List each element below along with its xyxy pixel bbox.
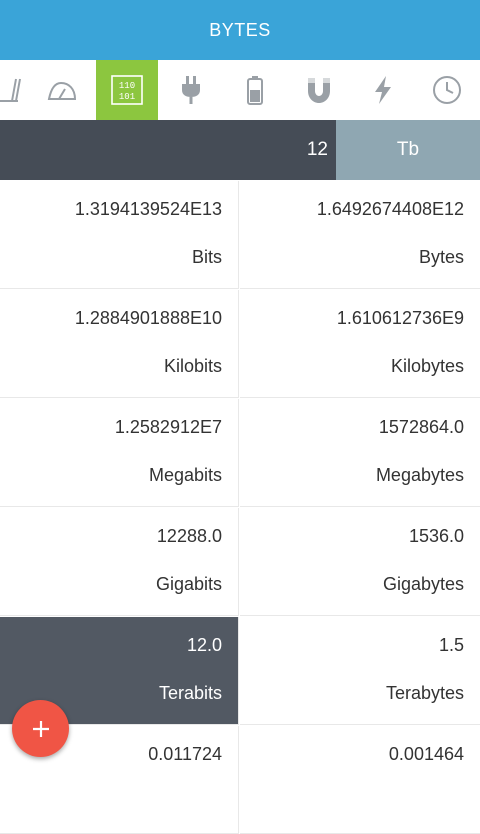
result-cell-kilobytes[interactable]: 1.610612736E9 Kilobytes	[240, 290, 480, 398]
result-value: 12.0	[186, 635, 222, 655]
result-value: 1.5	[438, 635, 464, 655]
unit-selector-button[interactable]: Tb	[336, 120, 480, 180]
result-cell-petabytes[interactable]: 0.001464	[240, 726, 480, 834]
result-value: 1.3194139524E13	[74, 199, 222, 219]
result-cell-megabytes[interactable]: 1572864.0 Megabytes	[240, 399, 480, 507]
result-unit: Terabits	[158, 683, 222, 703]
clock-icon	[433, 76, 461, 104]
result-value: 12288.0	[156, 526, 222, 546]
result-cell-gigabytes[interactable]: 1536.0 Gigabytes	[240, 508, 480, 616]
category-bytes[interactable]: 110 101	[96, 60, 158, 120]
category-bar: 110 101	[0, 60, 480, 121]
unit-selector-label: Tb	[396, 139, 420, 160]
lightning-icon	[375, 76, 391, 104]
result-cell-megabits[interactable]: 1.2582912E7 Megabits	[0, 399, 239, 507]
category-speed[interactable]	[31, 60, 93, 120]
result-value: 1536.0	[408, 526, 464, 546]
result-value: 0.011724	[148, 744, 222, 764]
result-cell-gigabits[interactable]: 12288.0 Gigabits	[0, 508, 239, 616]
result-value: 1.2582912E7	[114, 417, 222, 437]
battery-icon	[247, 76, 263, 105]
category-battery[interactable]	[224, 60, 286, 120]
magnet-icon	[308, 78, 330, 103]
speed-icon	[47, 81, 77, 100]
result-value: 1.6492674408E12	[316, 199, 464, 219]
category-time[interactable]	[416, 60, 478, 120]
result-cell-kilobits[interactable]: 1.2884901888E10 Kilobits	[0, 290, 239, 398]
category-power[interactable]	[160, 60, 222, 120]
result-unit: Megabits	[148, 465, 222, 485]
result-unit: Bytes	[418, 247, 464, 267]
plus-icon	[32, 720, 49, 737]
result-unit: Kilobits	[163, 356, 222, 376]
result-unit: Gigabits	[155, 574, 222, 594]
plug-icon	[182, 76, 200, 104]
result-value: 1572864.0	[378, 417, 464, 437]
result-cell-bits[interactable]: 1.3194139524E13 Bits	[0, 181, 239, 289]
category-magnet[interactable]	[288, 60, 350, 120]
result-unit: Megabytes	[375, 465, 464, 485]
binary-bottom: 101	[119, 92, 135, 102]
input-value[interactable]: 12	[307, 120, 328, 180]
category-electricity[interactable]	[352, 60, 414, 120]
add-fab-button[interactable]	[12, 700, 69, 757]
result-value: 0.001464	[388, 744, 464, 764]
result-cell-bytes[interactable]: 1.6492674408E12 Bytes	[240, 181, 480, 289]
result-value: 1.610612736E9	[336, 308, 464, 328]
binary-data-icon: 110 101	[111, 75, 143, 105]
volume-icon	[0, 78, 21, 102]
result-value: 1.2884901888E10	[74, 308, 222, 328]
app-bar: BYTES	[0, 0, 480, 60]
result-unit: Bits	[191, 247, 222, 267]
result-unit: Kilobytes	[390, 356, 464, 376]
page-title: BYTES	[209, 19, 271, 40]
result-cell-terabytes[interactable]: 1.5 Terabytes	[240, 617, 480, 725]
binary-top: 110	[119, 81, 135, 91]
result-unit: Terabytes	[385, 683, 464, 703]
result-unit: Gigabytes	[382, 574, 464, 594]
